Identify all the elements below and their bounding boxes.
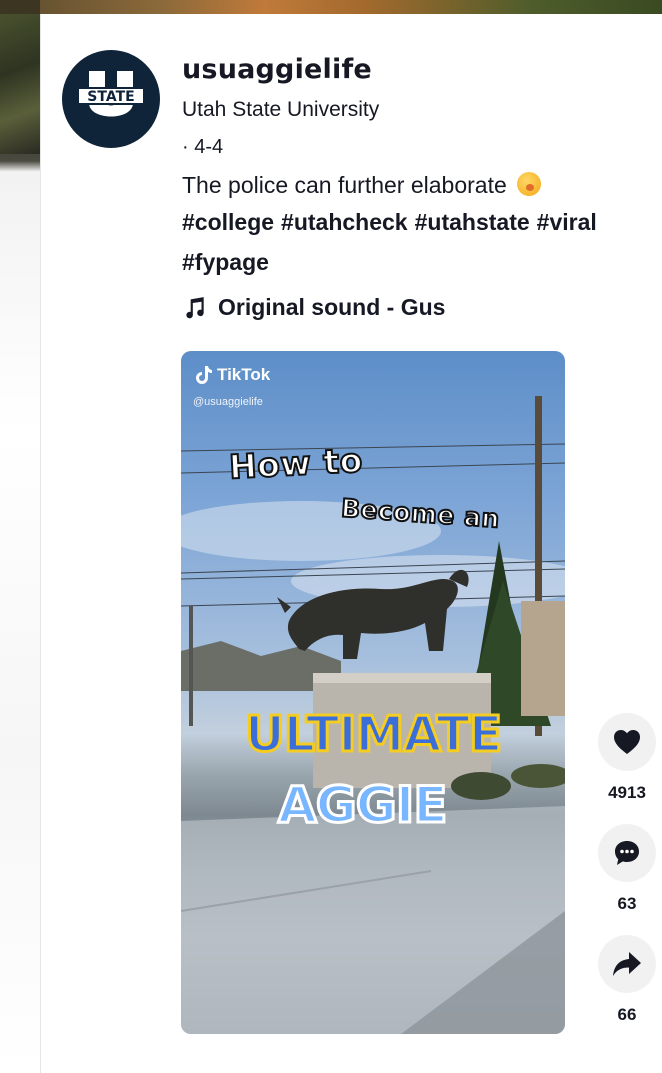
like-count: 4913 — [608, 783, 646, 802]
avatar-text: STATE — [87, 89, 134, 105]
hashtag-link[interactable]: #college — [182, 209, 274, 235]
comment-action: 63 — [598, 824, 656, 914]
tiktok-brand: TikTok — [217, 365, 271, 384]
comment-button[interactable] — [598, 824, 656, 882]
hashtag-link[interactable]: #fypage — [182, 249, 269, 275]
video-handle: @usuaggielife — [193, 396, 263, 408]
share-count: 66 — [617, 1005, 637, 1024]
background-photo-top — [0, 0, 662, 14]
tiktok-logo-icon — [196, 366, 212, 384]
heart-icon — [614, 730, 640, 754]
video-overlay-title: ULTIMATE — [243, 705, 503, 765]
like-action: 4913 — [598, 713, 656, 803]
post-date: · 4-4 — [182, 136, 224, 158]
share-arrow-icon — [613, 952, 641, 976]
background-photo-left — [0, 14, 40, 154]
hashtags-line-1: #college #utahcheck #utahstate #viral — [182, 209, 604, 236]
hashtag-link[interactable]: #utahcheck — [281, 209, 408, 235]
comment-icon — [615, 841, 639, 865]
music-note-icon — [186, 296, 204, 318]
hashtag-link[interactable]: #utahstate — [415, 209, 530, 235]
share-action: 66 — [598, 935, 656, 1025]
tiktok-watermark: TikTok — [195, 365, 270, 385]
avatar[interactable]: STATE — [62, 50, 160, 148]
video-player[interactable]: TikTok @usuaggielife How to Become an UL… — [181, 351, 565, 1034]
video-overlay-text: How to — [227, 440, 365, 488]
username[interactable]: usuaggielife — [182, 54, 372, 85]
background-strip-left — [0, 0, 40, 1073]
display-name: Utah State University — [182, 98, 380, 121]
share-button[interactable] — [598, 935, 656, 993]
hashtag-link[interactable]: #viral — [537, 209, 597, 235]
comment-count: 63 — [617, 894, 637, 913]
usu-logo-icon: STATE — [77, 71, 145, 117]
like-button[interactable] — [598, 713, 656, 771]
hashtags-line-2: #fypage — [182, 249, 276, 276]
music-label: Original sound - Gus — [218, 294, 446, 320]
caption-text: The police can further elaborate — [182, 172, 507, 198]
caption: The police can further elaborate — [182, 172, 542, 199]
music-link[interactable]: Original sound - Gus — [182, 294, 445, 321]
blushing-face-emoji-icon — [517, 172, 542, 196]
video-overlay-title: AGGIE — [277, 775, 450, 836]
